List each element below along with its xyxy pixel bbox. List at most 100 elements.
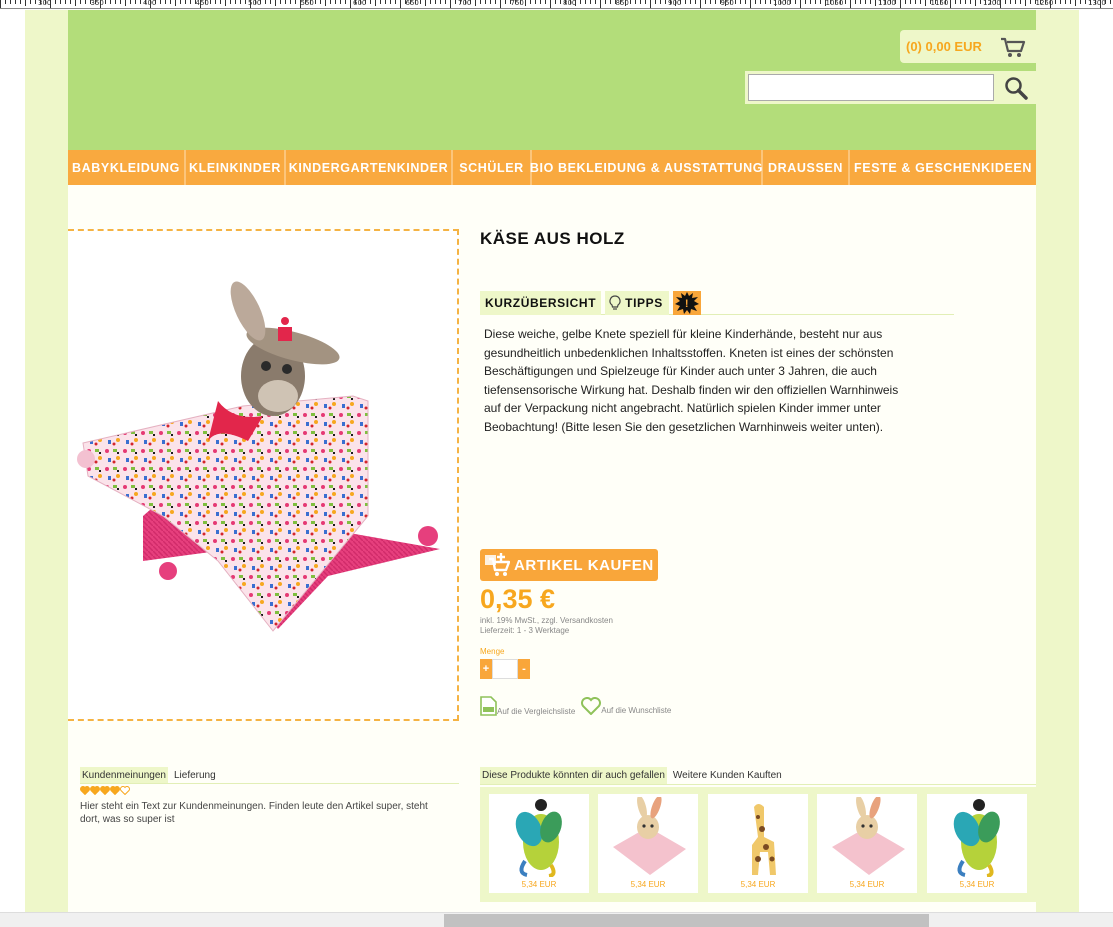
ruler-tick <box>545 0 546 4</box>
ruler-tick <box>865 0 866 4</box>
ruler-label: 350 <box>90 0 104 7</box>
cart-button[interactable]: (0) 0,00 EUR <box>900 30 1036 63</box>
ruler-tick <box>220 0 221 4</box>
ruler-tick <box>975 0 976 6</box>
search-input[interactable] <box>748 74 994 101</box>
recommendation-price: 5,34 EUR <box>740 880 776 889</box>
quantity-label: Menge <box>480 647 505 656</box>
ruler-tick <box>740 0 741 4</box>
ruler-tick <box>215 0 216 4</box>
heart-filled-icon <box>100 786 110 795</box>
nav-item-draussen[interactable]: DRAUSSEN <box>763 150 850 185</box>
recommendation-card[interactable]: 5,34 EUR <box>817 794 917 893</box>
buy-button-label: ARTIKEL KAUFEN <box>514 556 654 574</box>
quantity-input[interactable] <box>492 659 518 679</box>
ruler-tick <box>845 0 846 4</box>
ruler-tick <box>25 0 26 6</box>
ruler-tick <box>165 0 166 4</box>
ruler-label: 300 <box>38 0 52 7</box>
recommendation-card[interactable]: 5,34 EUR <box>489 794 589 893</box>
ruler-tick <box>1080 0 1081 4</box>
scrollbar-thumb[interactable] <box>444 914 929 927</box>
ruler-tick <box>400 0 401 8</box>
ruler-tick <box>240 0 241 4</box>
ruler-tick <box>690 0 691 4</box>
nav-item-feste-geschenkideen[interactable]: FESTE & GESCHENKIDEEN <box>850 150 1036 185</box>
ruler-tick <box>1070 0 1071 4</box>
ruler-label: 1200 <box>983 0 1001 7</box>
ruler-tick <box>290 0 291 4</box>
tab-kundenmeinungen[interactable]: Kundenmeinungen <box>80 767 168 783</box>
recommendation-card[interactable]: 5,34 EUR <box>708 794 808 893</box>
nav-item-kleinkinder[interactable]: KLEINKINDER <box>186 150 286 185</box>
buy-button[interactable]: ARTIKEL KAUFEN <box>480 549 658 581</box>
tab-tipps[interactable]: TIPPS <box>605 291 669 315</box>
compare-link[interactable]: Auf die Vergleichsliste <box>480 696 575 716</box>
tab-tipps-label: TIPPS <box>625 296 663 310</box>
ruler-tick <box>190 0 191 4</box>
ruler-tick <box>1075 0 1076 6</box>
ruler-label: 600 <box>353 0 367 7</box>
recommendation-card[interactable]: 5,34 EUR <box>598 794 698 893</box>
ruler-tick <box>110 0 111 4</box>
ruler-tick <box>495 0 496 4</box>
ruler-tick <box>375 0 376 6</box>
description-line: Diese weiche, gelbe Knete speziell für k… <box>484 327 883 341</box>
ruler-label: 1050 <box>825 0 844 7</box>
ruler-tick <box>665 0 666 4</box>
plush-bunny-comforter-image[interactable] <box>68 231 457 719</box>
ruler-label: 1000 <box>773 0 791 7</box>
ruler-tick <box>1085 0 1086 4</box>
ruler-tick <box>705 0 706 4</box>
nav-item-bio-bekleidung[interactable]: BIO BEKLEIDUNG & AUSSTATTUNG <box>530 150 763 185</box>
giraffe-toy-image <box>752 804 776 875</box>
page-background: (0) 0,00 EUR BABYKLEIDUNG KLEINKINDER KI… <box>25 10 1079 912</box>
ruler-tick <box>85 0 86 4</box>
nav-item-schueler[interactable]: SCHÜLER <box>453 150 532 185</box>
quantity-minus-button[interactable]: - <box>518 659 530 679</box>
ruler-tick <box>960 0 961 4</box>
ruler-tick <box>630 0 631 4</box>
compare-list-icon <box>480 696 497 716</box>
ruler-tick <box>295 0 296 4</box>
ruler-tick <box>235 0 236 4</box>
ruler-tick <box>695 0 696 4</box>
ruler-tick <box>800 0 801 8</box>
ruler-tick <box>555 0 556 4</box>
ruler-tick <box>420 0 421 4</box>
ruler-label: 450 <box>195 0 209 7</box>
ruler-tick <box>345 0 346 4</box>
nav-item-kindergartenkinder[interactable]: KINDERGARTENKINDER <box>286 150 453 185</box>
ruler-tick <box>645 0 646 4</box>
tab-recommendations[interactable]: Diese Produkte könnten dir auch gefallen <box>480 767 667 784</box>
wishlist-link[interactable]: Auf die Wunschliste <box>581 697 671 715</box>
recommendation-price: 5,34 EUR <box>521 880 557 889</box>
ruler-label: 800 <box>563 0 577 7</box>
ruler-tick <box>640 0 641 4</box>
wishlist-link-label: Auf die Wunschliste <box>601 706 672 715</box>
ruler-tick <box>1020 0 1021 4</box>
tab-warning[interactable]: ! <box>672 291 701 315</box>
horizontal-scrollbar[interactable] <box>0 912 1113 927</box>
ruler-tick <box>505 0 506 4</box>
ruler-label: 550 <box>300 0 314 7</box>
ruler-tick <box>915 0 916 4</box>
description-line: tiefensensorische Wirkung hat. Deshalb f… <box>484 382 899 397</box>
quantity-plus-button[interactable]: + <box>480 659 492 679</box>
nav-item-babykleidung[interactable]: BABYKLEIDUNG <box>68 150 186 185</box>
ruler-tick <box>1055 0 1056 4</box>
tax-note: inkl. 19% MwSt., zzgl. Versandkosten <box>480 616 613 625</box>
recommendation-card[interactable]: 5,34 EUR <box>927 794 1027 893</box>
tab-lieferung[interactable]: Lieferung <box>172 767 218 783</box>
tab-other-customers[interactable]: Weitere Kunden Kauften <box>671 767 784 784</box>
heart-filled-icon <box>90 786 100 795</box>
search-button[interactable] <box>995 71 1036 104</box>
tab-kurzuebersicht[interactable]: KURZÜBERSICHT <box>480 291 602 315</box>
ruler-tick <box>450 0 451 8</box>
ruler-tick <box>525 0 526 6</box>
ruler-tick <box>660 0 661 4</box>
bunny-comforter-image <box>613 797 686 875</box>
ruler-label: 950 <box>720 0 734 7</box>
ruler-tick <box>140 0 141 4</box>
ruler-tick <box>910 0 911 4</box>
